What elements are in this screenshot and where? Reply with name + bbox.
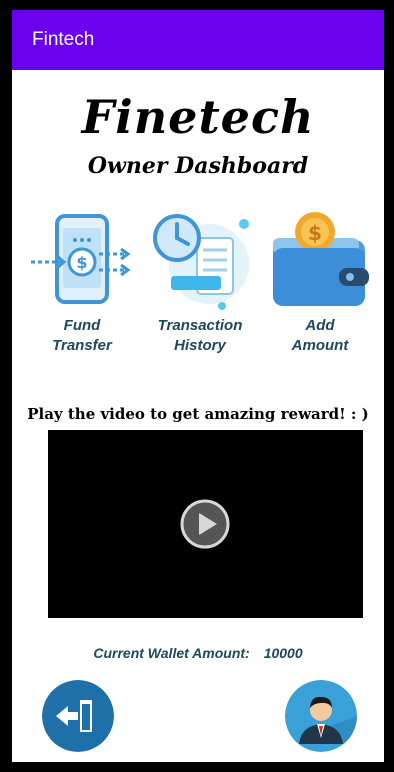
logout-icon [42,680,114,752]
brand-title: Finetech [81,90,315,144]
profile-button[interactable] [285,680,357,752]
app-bar-title: Fintech [32,29,95,50]
transaction-history-icon [153,214,249,310]
wallet-amount: 10000 [263,645,303,661]
svg-text:$: $ [76,253,87,272]
profile-avatar-icon [285,680,357,752]
promo-text: Play the video to get amazing reward! : … [27,405,369,423]
wallet-label: Current Wallet Amount: [93,645,250,661]
fund-transfer-button[interactable]: $ Fund Transfer [22,212,142,356]
app-bar: Fintech [12,10,384,70]
add-amount-label: Add Amount [291,317,349,354]
video-player[interactable] [48,430,363,618]
add-amount-button[interactable]: $ Add Amount [260,212,380,356]
fund-transfer-label: Fund Transfer [52,317,112,354]
transaction-history-button[interactable]: Transaction History [140,212,260,356]
svg-text:$: $ [308,221,322,245]
transaction-history-label: Transaction History [157,317,243,354]
wallet-balance: Current Wallet Amount: 10000 [12,645,384,661]
fund-transfer-icon: $ [31,214,131,304]
play-icon[interactable] [180,499,230,549]
wallet-icon: $ [273,212,369,306]
logout-button[interactable] [42,680,114,752]
page-subtitle: Owner Dashboard [87,153,309,179]
